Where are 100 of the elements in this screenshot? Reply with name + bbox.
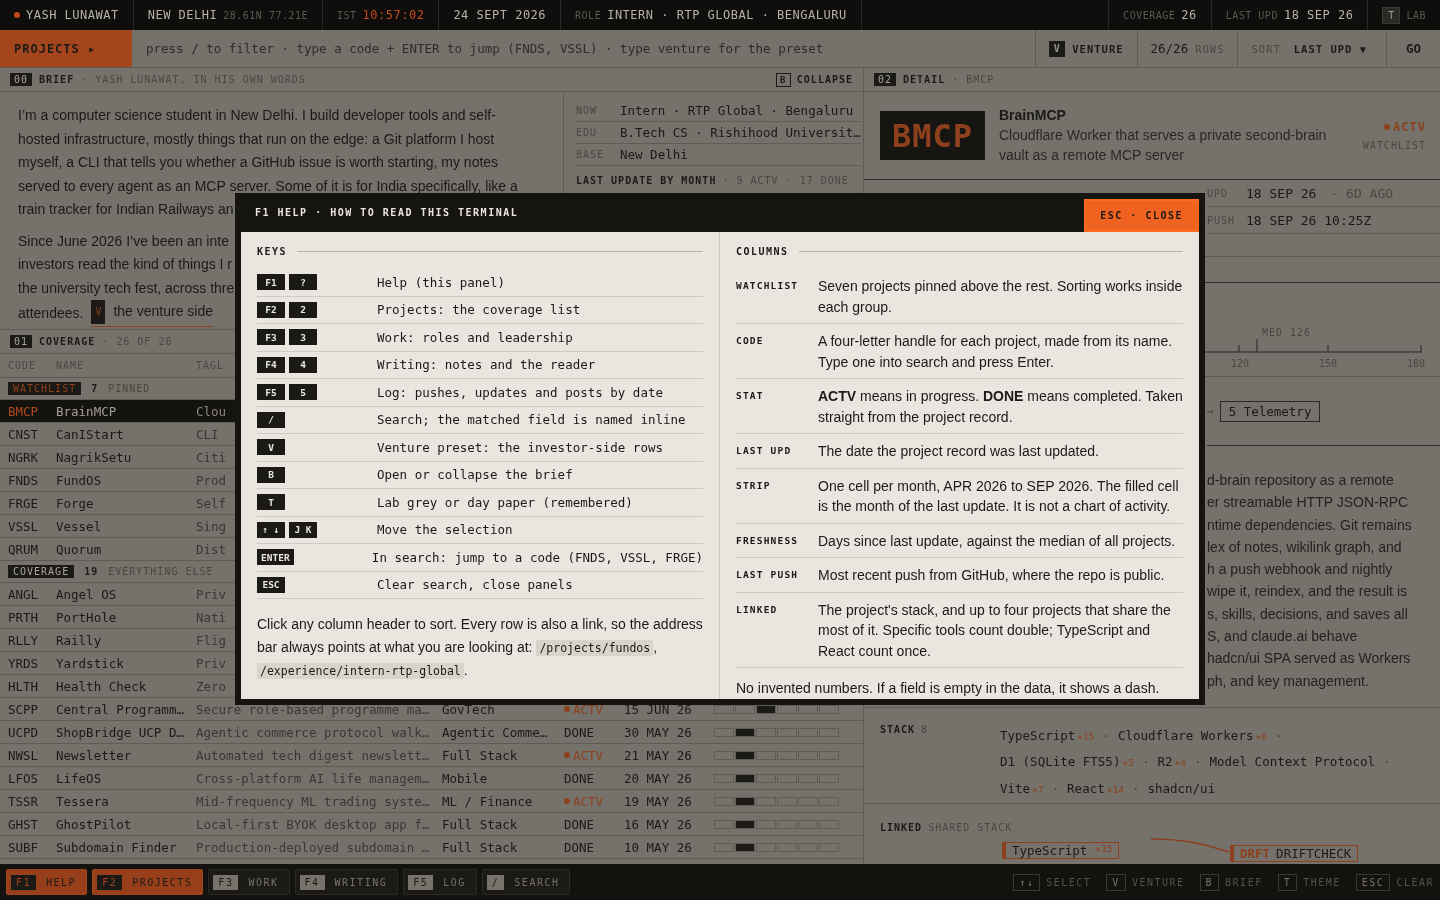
code-cell-text: HLTH <box>7 678 40 694</box>
url-path: /projects/fundos <box>536 639 654 656</box>
name-cell-text: Yardstick <box>56 655 125 671</box>
tagline-cell: Flig <box>196 632 227 648</box>
stack-item: Vite ×7 <box>1000 779 1044 798</box>
section-title: COVERAGE <box>39 336 96 347</box>
code-cell-text: CNST <box>7 426 40 442</box>
description-line: lex of notes, wikilink graph, and <box>1207 537 1402 557</box>
brief-line: investors read the kind of things I r <box>18 255 232 274</box>
shortcut-key: V <box>1106 873 1126 891</box>
collapse-button[interactable]: B COLLAPSE <box>775 72 853 87</box>
code-cell-text: RLLY <box>7 632 40 648</box>
key-badge: / <box>257 411 285 428</box>
tagline-cell-text: Agentic commerce protocol walk… <box>196 724 431 740</box>
graph-node: TypeScript ×15 <box>1002 842 1120 859</box>
linked-project-link[interactable]: 5 Telemetry <box>1219 400 1321 422</box>
columns-heading: COLUMNS <box>736 246 1183 257</box>
venture-link[interactable]: V the venture side <box>91 300 214 327</box>
stack-item: React ×14 <box>1067 779 1124 798</box>
code-cell-text: SUBF <box>7 839 40 855</box>
filter-field[interactable]: press / to filter · type a code + ENTER to jump (FNDS, VSSL) · type venture for the preset <box>132 30 1036 67</box>
description-line: h a push webhook and nightly <box>1207 560 1393 580</box>
function-tab[interactable]: F5 LOG <box>403 869 477 895</box>
date-cell-text: 20 MAY 26 <box>624 770 693 786</box>
code-cell-text: QRUM <box>7 541 40 557</box>
project-row[interactable]: TSSR Tessera Mid-frequency ML trading syste… ML / Finance ACTV 19 MAY 26 <box>0 790 863 813</box>
group-tag: COVERAGE <box>8 565 75 578</box>
name-cell-text: LifeOS <box>56 770 103 786</box>
key-description: Open or collapse the brief <box>377 467 573 483</box>
go-button[interactable]: GO <box>1386 30 1440 67</box>
function-tab[interactable]: F1 HELP <box>6 869 88 895</box>
name-cell-text: PortHole <box>56 609 118 625</box>
date-cell-text: 10 MAY 26 <box>624 839 693 855</box>
fact-value: New Delhi <box>620 147 689 162</box>
code-cell-text: FRGE <box>7 495 40 511</box>
name-cell-text: Railly <box>56 632 103 648</box>
date-cell-text: 21 MAY 26 <box>624 747 693 763</box>
column-definition: A four-letter handle for each project, made from its name. Type one into search and press Enter. <box>818 332 1174 372</box>
description-line: er streamable HTTP JSON-RPC <box>1207 493 1409 513</box>
separator-dot: · <box>1131 779 1140 798</box>
column-definition: ACTV means in progress. DONE means completed. Taken straight from the project record. <box>818 387 1183 427</box>
stack-item: D1 (SQLite FTS5) ×5 <box>1000 753 1134 772</box>
stack-item: Model Context Protocol <box>1209 753 1376 772</box>
column-term: WATCHLIST <box>736 279 800 293</box>
status-cell-text: DONE <box>564 770 596 786</box>
function-tab[interactable]: F4 WRITING <box>294 869 399 895</box>
separator-dot: · <box>1383 753 1391 772</box>
theme-key[interactable]: T <box>1382 6 1401 24</box>
separator-dot: · <box>1193 753 1202 772</box>
key-badge: B <box>257 466 285 483</box>
stack-item: TypeScript ×15 <box>1000 727 1095 745</box>
section-button[interactable]: PROJECTS ▸ <box>0 30 132 67</box>
sort-dropdown[interactable]: LAST UPD ▼ <box>1287 41 1373 56</box>
project-row[interactable]: UCPD ShopBridge UCP D… Agentic commerce protocol walk… Agentic Comme… DONE 30 MAY 26 <box>0 721 863 744</box>
key-badge: F3 <box>257 329 285 346</box>
column-definition: Days since last update, against the median of all projects. <box>818 531 1177 551</box>
column-definition: One cell per month, APR 2026 to SEP 2026. The filled cell is the month of the last update. It is not a chart of activity. <box>818 476 1180 516</box>
tagline-cell: Priv <box>196 655 227 671</box>
name-cell-text: FundOS <box>56 472 103 488</box>
project-row[interactable]: GHST GhostPilot Local-first BYOK desktop app f… Full Stack DONE 16 MAY 26 <box>0 813 863 836</box>
key-badge: J K <box>289 521 317 538</box>
tagline-cell-text: Cross-platform AI life managem… <box>196 770 431 786</box>
close-button[interactable]: ESC · CLOSE <box>1084 199 1199 232</box>
name-cell-text: Forge <box>56 495 95 511</box>
project-row[interactable]: LFOS LifeOS Cross-platform AI life managem… Mobile DONE 20 MAY 26 <box>0 767 863 790</box>
key-description: Search; the matched field is named inline <box>377 412 686 428</box>
key-badge: ↑ ↓ <box>257 521 285 538</box>
project-row[interactable]: SUBF Subdomain Finder Production-deployed subdomain … Full Stack DONE 10 MAY 26 <box>0 836 863 859</box>
shortcut-key: ↑↓ <box>1013 873 1041 891</box>
tagline-cell-text: Automated tech digest newslett… <box>196 747 431 763</box>
function-tab[interactable]: / SEARCH <box>481 869 571 895</box>
project-name: BrainMCP <box>999 106 1067 123</box>
brief-line: myself, a CLI that tells you whether a GitHub issue is worth starting, my notes <box>18 153 499 172</box>
function-tab[interactable]: F3 WORK <box>208 869 290 895</box>
project-row[interactable]: NWSL Newsletter Automated tech digest newslett… Full Stack ACTV 21 MAY 26 <box>0 744 863 767</box>
shortcut-key: ESC <box>1355 873 1391 891</box>
column-definition: The date the project record was last updated. <box>818 442 1100 461</box>
date-cell-text: 15 JUN 26 <box>624 701 693 717</box>
key-badge: F5 <box>257 384 285 401</box>
code-cell-text: UCPD <box>7 724 40 740</box>
description-line: ntime dependencies. Git remains <box>1207 515 1412 535</box>
fact-value: B.Tech CS · Rishihood Universit… <box>620 125 861 140</box>
description-line: s, skills, decisions, and saves all <box>1207 604 1408 624</box>
keys-heading: KEYS <box>257 246 703 257</box>
help-note: Click any column header to sort. Every row is also a link, so the address bar always points at what you are looking at: /projects/fundos , /experience/intern-rtp-global . <box>257 615 703 681</box>
project-code-logo: BMCP <box>880 111 985 160</box>
venture-key[interactable]: V <box>1049 40 1066 57</box>
shortcut-label: SELECT <box>1046 876 1092 888</box>
tagline-cell: Self <box>196 495 227 511</box>
name-cell-text: NagrikSetu <box>56 449 133 465</box>
column-term: LINKED <box>736 602 779 617</box>
section-index: 02 <box>874 73 897 86</box>
stack-item: R2 ×4 <box>1157 753 1186 772</box>
key-badge: V <box>257 439 285 456</box>
shortcut-label: BRIEF <box>1225 876 1263 888</box>
key-badge: F4 <box>257 356 285 373</box>
separator-dot: · <box>1051 779 1060 798</box>
separator-dot: · <box>1102 727 1110 745</box>
function-tab[interactable]: F2 PROJECTS <box>92 869 204 895</box>
section-index: 01 <box>10 335 33 348</box>
